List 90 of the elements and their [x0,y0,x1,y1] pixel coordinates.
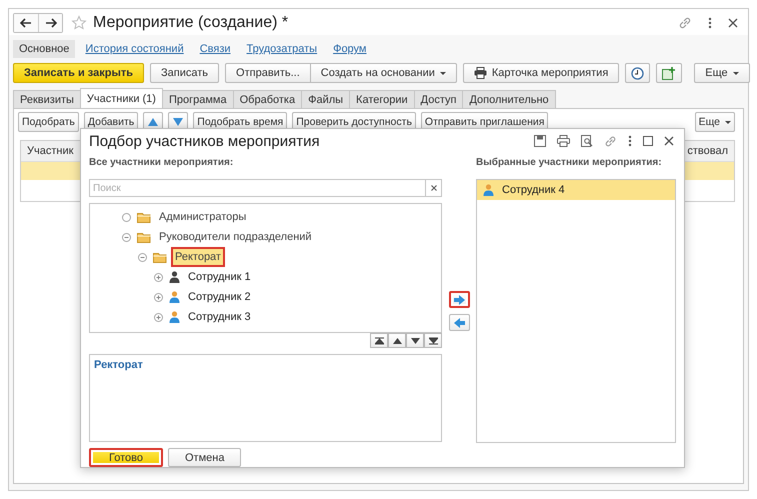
tree-item[interactable]: Сотрудник 2 [186,289,253,305]
person-icon [169,271,180,283]
star-icon[interactable] [71,15,87,31]
printer-icon [474,67,487,79]
link-icon[interactable] [604,134,617,148]
forward-button[interactable] [38,14,62,32]
window-title: Мероприятие (создание) * [93,14,288,32]
add-sheet-button[interactable] [656,63,682,83]
person-icon [483,184,494,196]
back-button[interactable] [14,14,38,32]
tab[interactable]: Дополнительно [462,90,556,108]
move-top-button[interactable] [370,333,388,348]
arrow-left-icon [20,18,32,28]
section-link[interactable]: Трудозатраты [240,40,324,58]
triangle-up-icon [392,338,402,344]
expand-icon[interactable] [154,292,163,302]
arrow-right-icon [44,18,56,28]
tab[interactable]: Программа [162,90,234,108]
move-bottom-button[interactable] [424,333,442,348]
tab[interactable]: Файлы [301,90,350,108]
caret-icon [440,72,446,74]
dialog-button[interactable]: Готово [89,448,163,467]
collapse-icon[interactable] [138,252,147,262]
tree-item[interactable]: Сотрудник 3 [186,309,253,325]
close-icon[interactable] [664,136,674,146]
section-label: Все участники мероприятия: [89,157,234,170]
description-text: Ректорат [94,359,143,371]
circle-icon [122,212,131,222]
command-button[interactable]: Отправить... [225,63,311,83]
tree-item[interactable]: Руководители подразделений [157,229,314,245]
dialog-title: Подбор участников мероприятия [89,132,320,150]
expand-icon[interactable] [154,312,163,322]
triangle-down-icon [410,338,420,344]
to-bottom-icon [428,336,438,344]
tree-item[interactable]: Ректорат [173,249,223,265]
tab[interactable]: Реквизиты [13,90,81,108]
arrow-right-icon [454,294,464,304]
to-top-icon [374,336,384,344]
tab[interactable]: Доступ [414,90,464,108]
close-icon [430,185,436,191]
move-down-button[interactable] [406,333,424,348]
add-arrow-button[interactable] [448,291,470,308]
section-link[interactable]: Основное [13,40,76,58]
toolbar-button[interactable]: Подобрать [18,112,79,132]
print-icon[interactable] [557,135,570,147]
arrow-left-icon [454,318,464,328]
more-button[interactable]: Еще [694,112,735,132]
tab[interactable]: Обработка [232,90,302,108]
preview-icon[interactable] [581,135,593,147]
triangle-up-icon [148,118,158,126]
dialog-button[interactable]: Отмена [168,448,242,467]
history-button[interactable] [625,63,650,83]
command-button[interactable]: Записать [150,63,220,83]
save-icon[interactable] [534,135,546,147]
tab[interactable]: Категории [349,90,415,108]
search-field[interactable]: Поиск [89,179,425,197]
command-button[interactable]: Создать на основании [310,63,457,83]
section-link[interactable]: История состояний [79,40,190,58]
folder-icon [153,252,167,262]
print-button[interactable]: Карточка мероприятия [462,63,620,83]
remove-arrow-button[interactable] [448,314,470,331]
section-link[interactable]: Связи [194,40,237,58]
maximize-icon[interactable] [643,136,653,146]
caret-icon [732,72,739,74]
folder-icon [137,232,151,242]
more-icon[interactable] [708,17,712,29]
triangle-down-icon [173,118,184,126]
expand-icon[interactable] [154,272,163,282]
collapse-icon[interactable] [122,232,131,242]
column-header: ствовал [687,145,728,157]
tree-item[interactable]: Администраторы [157,209,248,225]
more-icon[interactable] [628,135,632,147]
link-icon[interactable] [678,16,692,30]
tab[interactable]: Участники (1) [80,88,163,108]
close-icon[interactable] [728,18,738,28]
tree-item[interactable]: Сотрудник 1 [186,269,253,285]
clock-icon [631,66,644,80]
caret-icon [725,120,731,124]
folder-icon [137,212,151,222]
section-link[interactable]: Форум [327,40,372,58]
column-header: Участник [27,145,74,157]
more-button[interactable]: Еще [694,63,750,83]
section-label: Выбранные участники мероприятия: [476,157,663,170]
clear-button[interactable] [425,179,442,197]
list-item[interactable]: Сотрудник 4 [477,180,675,200]
move-up-button[interactable] [388,333,406,348]
person-icon [169,311,180,323]
person-icon [169,291,180,303]
sheet-plus-icon [662,66,676,80]
command-button[interactable]: Записать и закрыть [13,63,144,83]
